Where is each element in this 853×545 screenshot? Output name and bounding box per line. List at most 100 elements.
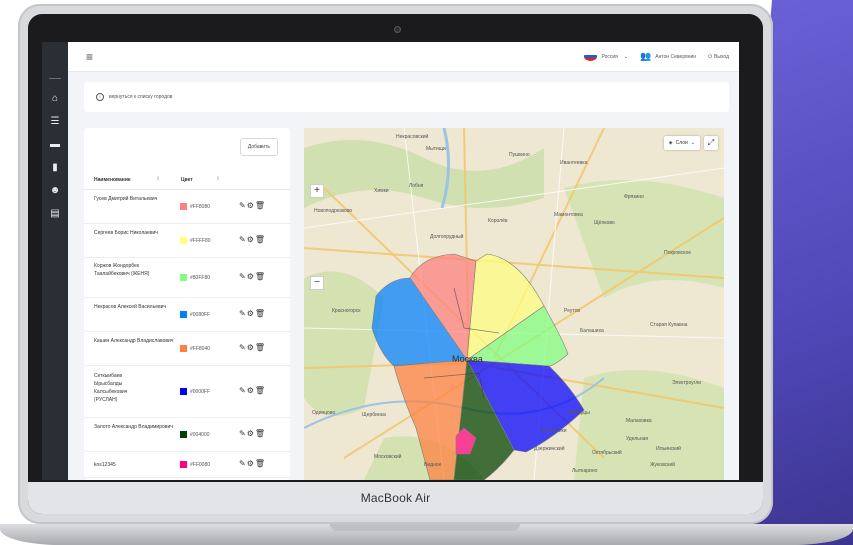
top-bar: ≡ Россия ⌄ 👥 Антон Северянин ⏻ Выход	[68, 42, 739, 72]
edit-icon[interactable]: ✎	[239, 386, 247, 395]
laptop-chin: MacBook Air	[28, 482, 763, 514]
table-row: kos12345 #FF0080 ✎⚙🗑	[84, 452, 290, 478]
car-icon[interactable]: ▬	[48, 140, 62, 150]
row-hex: #0080FF	[190, 312, 211, 318]
table-row: Сеткыибаев Ырысбалды Калсыбекович (РУСЛА…	[84, 366, 290, 418]
map-label: Покровское	[664, 250, 692, 256]
settings-icon[interactable]: ⚙	[247, 429, 255, 438]
row-name: Сергеев Борис Николаевич	[94, 230, 158, 236]
brand-label: MacBook Air	[360, 491, 431, 505]
hamburger-icon[interactable]: ≡	[86, 50, 93, 64]
row-name: Коржов Жондорбек Таалайбекович (ЖЕНЯ)	[94, 263, 150, 277]
row-hex: #FF8040	[190, 346, 211, 352]
sidebar: ⌂ ☰ ▬ ▮ ☻ ▤	[42, 42, 68, 480]
fullscreen-icon[interactable]: ⤢	[704, 136, 718, 150]
logout-label: Выход	[714, 53, 729, 60]
flag-icon	[584, 52, 598, 61]
user-menu[interactable]: 👥 Антон Северянин	[640, 51, 696, 62]
delete-icon[interactable]: 🗑	[255, 235, 266, 244]
map-label: Пушкино	[509, 152, 530, 158]
color-swatch	[180, 274, 187, 281]
map-label: Щёлково	[594, 220, 615, 226]
delete-icon[interactable]: 🗑	[255, 309, 266, 318]
row-name: Некрасов Алексей Васильевич	[94, 304, 167, 310]
map-label: Щербинка	[362, 412, 386, 418]
row-hex: #0000FF	[190, 389, 211, 395]
zoom-out-button[interactable]: −	[310, 276, 324, 290]
color-swatch	[180, 237, 187, 244]
list-icon[interactable]: ☰	[48, 117, 62, 127]
edit-icon[interactable]: ✎	[239, 272, 247, 281]
map-label: Новоподрезково	[314, 208, 353, 214]
map-label: Лобня	[409, 183, 424, 189]
edit-icon[interactable]: ✎	[239, 343, 247, 352]
settings-icon[interactable]: ⚙	[247, 235, 255, 244]
back-arrow-icon: ‹	[96, 93, 104, 101]
power-icon: ⏻	[708, 53, 713, 60]
document-icon[interactable]: ▤	[48, 209, 62, 219]
breadcrumb-label: вернуться к списку городов	[109, 94, 173, 100]
map-label: Московский	[374, 454, 402, 460]
language-selector[interactable]: Россия ⌄	[584, 52, 628, 61]
layers-icon: ◈	[668, 140, 673, 146]
layers-button[interactable]: ◈ Слои ⌄	[663, 136, 700, 150]
user-name: Антон Северянин	[655, 53, 697, 60]
settings-icon[interactable]: ⚙	[247, 386, 255, 395]
settings-icon[interactable]: ⚙	[247, 343, 255, 352]
chart-icon[interactable]: ▮	[48, 163, 62, 173]
delete-icon[interactable]: 🗑	[255, 429, 266, 438]
row-actions: ✎⚙🗑	[239, 309, 266, 318]
layers-label: Слои	[675, 140, 688, 146]
home-icon[interactable]: ⌂	[48, 94, 62, 104]
edit-icon[interactable]: ✎	[239, 309, 247, 318]
settings-icon[interactable]: ⚙	[247, 272, 255, 281]
zoom-in-button[interactable]: +	[310, 184, 324, 198]
add-button[interactable]: Добавить	[239, 138, 278, 156]
table-row: Залото Александр Владимирович #004000 ✎⚙…	[84, 418, 290, 452]
row-hex: #80FF80	[190, 275, 211, 281]
map-label: Мытищи	[426, 146, 446, 152]
zone-map[interactable]: Некрасовский Мытищи Пушкино Ивантеевка Ф…	[304, 128, 724, 480]
row-hex: #FF0080	[190, 462, 211, 468]
row-name: Сеткыибаев Ырысбалды Калсыбекович (РУСЛА…	[94, 373, 128, 403]
edit-icon[interactable]: ✎	[239, 201, 247, 210]
row-name: Залото Александр Владимирович	[94, 424, 173, 430]
edit-icon[interactable]: ✎	[239, 235, 247, 244]
city-label: Москва	[452, 354, 483, 364]
sort-icon[interactable]: ⇕	[216, 176, 220, 182]
row-actions: ✎⚙🗑	[239, 459, 266, 468]
map-label: Некрасовский	[396, 134, 429, 140]
row-actions: ✎⚙🗑	[239, 386, 266, 395]
logout-button[interactable]: ⏻ Выход	[708, 54, 729, 60]
settings-icon[interactable]: ⚙	[247, 309, 255, 318]
users-icon[interactable]: ☻	[48, 186, 62, 196]
column-name[interactable]: Наименование	[94, 177, 131, 183]
settings-icon[interactable]: ⚙	[247, 459, 255, 468]
map-label: Ивантеевка	[560, 160, 588, 166]
delete-icon[interactable]: 🗑	[255, 272, 266, 281]
table-row: Некрасов Алексей Васильевич #0080FF ✎⚙🗑	[84, 298, 290, 332]
edit-icon[interactable]: ✎	[239, 459, 247, 468]
map-label: Жуковский	[650, 462, 675, 468]
table-row: Коржов Жондорбек Таалайбекович (ЖЕНЯ) #8…	[84, 258, 290, 298]
row-actions: ✎⚙🗑	[239, 272, 266, 281]
column-color[interactable]: Цвет	[181, 177, 193, 183]
row-name: Кашин Александр Владиславович	[94, 338, 174, 344]
map-label: Ильинский	[656, 446, 681, 452]
app-screen: ⌂ ☰ ▬ ▮ ☻ ▤ ≡ Россия ⌄ 👥 Антон Северянин…	[42, 42, 739, 480]
map-label: Электроугли	[672, 380, 702, 386]
delete-icon[interactable]: 🗑	[255, 459, 266, 468]
delete-icon[interactable]: 🗑	[255, 201, 266, 210]
map-label: Дзержинский	[534, 446, 565, 452]
settings-icon[interactable]: ⚙	[247, 201, 255, 210]
map-label: Котельники	[540, 428, 567, 434]
breadcrumb[interactable]: ‹ вернуться к списку городов	[84, 82, 729, 112]
row-hex: #004000	[190, 432, 210, 438]
delete-icon[interactable]: 🗑	[255, 343, 266, 352]
delete-icon[interactable]: 🗑	[255, 386, 266, 395]
row-actions: ✎⚙🗑	[239, 429, 266, 438]
sort-icon[interactable]: ⇕	[156, 176, 160, 182]
row-actions: ✎⚙🗑	[239, 235, 266, 244]
map-label: Королёв	[488, 218, 508, 224]
edit-icon[interactable]: ✎	[239, 429, 247, 438]
